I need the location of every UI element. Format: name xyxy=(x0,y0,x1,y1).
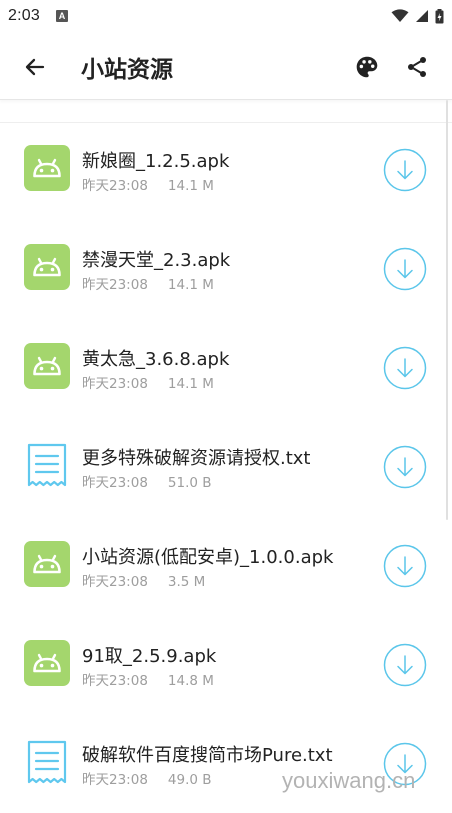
wifi-icon xyxy=(391,9,409,22)
arrow-left-icon xyxy=(25,58,45,76)
file-time: 昨天23:08 xyxy=(82,178,148,194)
download-icon[interactable] xyxy=(383,445,427,489)
file-meta: 昨天23:08 14.1 M xyxy=(82,372,214,392)
file-item[interactable]: 小站资源(低配安卓)_1.0.0.apk 昨天23:08 3.5 M xyxy=(0,516,446,615)
file-meta: 昨天23:08 51.0 B xyxy=(82,471,212,491)
file-time: 昨天23:08 xyxy=(82,574,148,590)
file-time: 昨天23:08 xyxy=(82,772,148,788)
download-icon[interactable] xyxy=(383,346,427,390)
file-meta: 昨天23:08 14.1 M xyxy=(82,174,214,194)
file-item[interactable]: 91取_2.5.9.apk 昨天23:08 14.8 M xyxy=(0,615,446,714)
page-title: 小站资源 xyxy=(81,57,173,83)
file-meta: 昨天23:08 3.5 M xyxy=(82,570,205,590)
file-meta: 昨天23:08 49.0 B xyxy=(82,768,212,788)
file-item[interactable]: 新娘圈_1.2.5.apk 昨天23:08 14.1 M xyxy=(0,120,446,219)
file-meta: 昨天23:08 14.8 M xyxy=(82,669,214,689)
battery-icon xyxy=(435,8,444,23)
document-icon xyxy=(27,443,67,487)
android-icon xyxy=(24,145,70,191)
android-icon xyxy=(24,541,70,587)
share-icon xyxy=(408,57,426,77)
download-icon[interactable] xyxy=(383,148,427,192)
back-button[interactable] xyxy=(20,52,50,82)
file-name: 更多特殊破解资源请授权.txt xyxy=(82,448,311,469)
file-item[interactable]: 黄太急_3.6.8.apk 昨天23:08 14.1 M xyxy=(0,318,446,417)
file-name: 禁漫天堂_2.3.apk xyxy=(82,250,231,271)
file-name: 91取_2.5.9.apk xyxy=(82,646,217,667)
file-size: 14.1 M xyxy=(167,178,214,194)
file-item[interactable]: 破解软件百度搜简市场Pure.txt 昨天23:08 49.0 B xyxy=(0,714,446,813)
download-icon[interactable] xyxy=(383,544,427,588)
file-time: 昨天23:08 xyxy=(82,376,148,392)
file-size: 14.8 M xyxy=(167,673,214,689)
share-button[interactable] xyxy=(402,52,432,82)
file-size: 14.1 M xyxy=(167,376,214,392)
file-size: 14.1 M xyxy=(167,277,214,293)
android-icon xyxy=(24,640,70,686)
file-meta: 昨天23:08 14.1 M xyxy=(82,273,214,293)
status-time: 2:03 xyxy=(8,7,40,24)
download-icon[interactable] xyxy=(383,247,427,291)
scrollbar[interactable] xyxy=(446,100,448,520)
file-size: 49.0 B xyxy=(167,772,212,788)
app-bar: 小站资源 xyxy=(0,32,452,100)
file-item[interactable]: 更多特殊破解资源请授权.txt 昨天23:08 51.0 B xyxy=(0,417,446,516)
signal-icon xyxy=(416,10,428,22)
file-time: 昨天23:08 xyxy=(82,277,148,293)
theme-button[interactable] xyxy=(352,52,382,82)
android-icon xyxy=(24,343,70,389)
status-indicators xyxy=(391,8,444,24)
document-icon xyxy=(27,740,67,784)
file-name: 小站资源(低配安卓)_1.0.0.apk xyxy=(82,547,334,568)
file-name: 破解软件百度搜简市场Pure.txt xyxy=(82,745,333,766)
status-bar: 2:03 A xyxy=(0,0,452,32)
file-time: 昨天23:08 xyxy=(82,673,148,689)
android-icon xyxy=(24,244,70,290)
file-time: 昨天23:08 xyxy=(82,475,148,491)
watermark: youxiwang.cn xyxy=(282,768,416,793)
file-name: 新娘圈_1.2.5.apk xyxy=(82,151,230,172)
palette-icon xyxy=(356,56,378,78)
download-icon[interactable] xyxy=(383,643,427,687)
file-item[interactable]: 禁漫天堂_2.3.apk 昨天23:08 14.1 M xyxy=(0,219,446,318)
file-size: 51.0 B xyxy=(167,475,212,491)
notification-icon: A xyxy=(55,10,68,22)
file-size: 3.5 M xyxy=(167,574,206,590)
file-name: 黄太急_3.6.8.apk xyxy=(82,349,230,370)
